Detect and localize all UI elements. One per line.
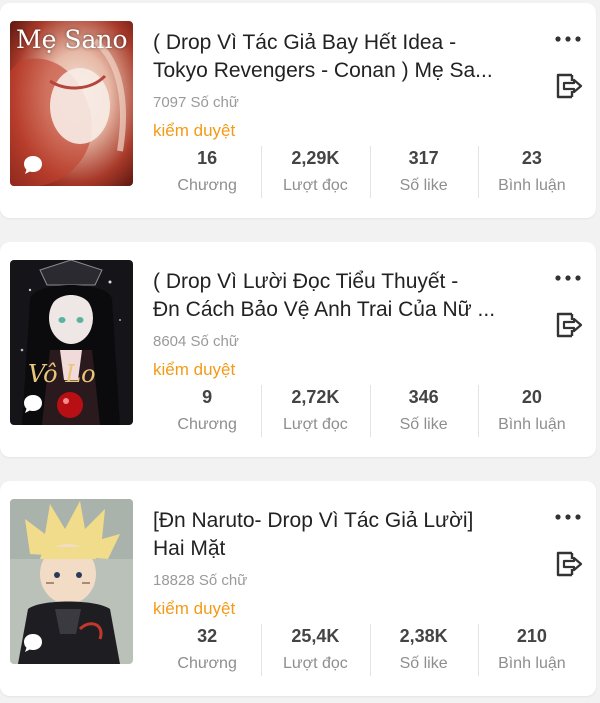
stat-label: Chương bbox=[177, 655, 237, 672]
story-title-line-1: ( Drop Vì Tác Giả Bay Hết Idea - bbox=[153, 31, 457, 54]
story-title[interactable]: ( Drop Vì Lười Đọc Tiểu Thuyết - Đn Cách… bbox=[153, 268, 523, 324]
story-card[interactable]: Mẹ Sano ( Drop Vì Tác Giả Bay Hết Idea -… bbox=[0, 3, 596, 218]
story-cover[interactable]: Vô Lo bbox=[10, 260, 133, 425]
stat-label: Lượt đọc bbox=[282, 416, 348, 433]
stats-row: 32 Chương 25,4K Lượt đọc 2,38K Số like 2… bbox=[153, 622, 586, 678]
stat-value: 2,29K bbox=[291, 148, 340, 168]
story-card[interactable]: Vô Lo ( Drop Vì Lười Đọc Tiểu Thuyết - Đ… bbox=[0, 242, 596, 457]
stats-row: 9 Chương 2,72K Lượt đọc 346 Số like 20 B… bbox=[153, 383, 586, 439]
status-badge: kiểm duyệt bbox=[153, 599, 236, 618]
stat-label: Chương bbox=[177, 177, 237, 194]
stat-value: 20 bbox=[521, 387, 542, 407]
comment-bubble-icon bbox=[24, 395, 42, 413]
stat-comments: 20 Bình luận bbox=[477, 383, 586, 439]
stat-label: Số like bbox=[399, 177, 448, 194]
stat-value: 2,72K bbox=[291, 387, 340, 407]
stat-label: Số like bbox=[399, 416, 448, 433]
stats-row: 16 Chương 2,29K Lượt đọc 317 Số like 23 … bbox=[153, 144, 586, 200]
story-cover[interactable]: Mẹ Sano bbox=[10, 21, 133, 186]
comment-bubble-icon bbox=[24, 156, 42, 174]
comment-bubble-icon bbox=[24, 634, 42, 652]
stat-reads: 2,29K Lượt đọc bbox=[261, 144, 369, 200]
story-title-line-2: Hai Mặt bbox=[153, 537, 226, 560]
stat-value: 23 bbox=[521, 148, 542, 168]
cover-title-text: Vô Lo bbox=[28, 360, 96, 388]
more-horizontal-icon[interactable] bbox=[554, 29, 582, 49]
stat-value: 210 bbox=[516, 626, 547, 646]
stat-chapters: 16 Chương bbox=[153, 144, 261, 200]
story-title-line-1: [Đn Naruto- Drop Vì Tác Giả Lười] bbox=[153, 509, 474, 532]
more-horizontal-icon[interactable] bbox=[554, 507, 582, 527]
stat-label: Chương bbox=[177, 416, 237, 433]
stat-value: 25,4K bbox=[291, 626, 340, 646]
story-cover[interactable] bbox=[10, 499, 133, 664]
story-list: Mẹ Sano ( Drop Vì Tác Giả Bay Hết Idea -… bbox=[0, 0, 600, 703]
word-count: 18828 Số chữ bbox=[153, 572, 248, 589]
stat-likes: 317 Số like bbox=[369, 144, 478, 200]
stat-value: 317 bbox=[408, 148, 439, 168]
word-count: 8604 Số chữ bbox=[153, 333, 239, 350]
stat-value: 16 bbox=[197, 148, 218, 168]
stat-label: Lượt đọc bbox=[282, 655, 348, 672]
stat-label: Số like bbox=[399, 655, 448, 672]
story-title-line-2: Đn Cách Bảo Vệ Anh Trai Của Nữ ... bbox=[153, 298, 496, 321]
exit-icon[interactable] bbox=[555, 549, 583, 579]
stat-comments: 23 Bình luận bbox=[477, 144, 586, 200]
stat-chapters: 9 Chương bbox=[153, 383, 261, 439]
stat-value: 346 bbox=[408, 387, 439, 407]
story-title[interactable]: [Đn Naruto- Drop Vì Tác Giả Lười] Hai Mặ… bbox=[153, 507, 523, 563]
exit-icon[interactable] bbox=[555, 71, 583, 101]
stat-likes: 346 Số like bbox=[369, 383, 478, 439]
stat-reads: 25,4K Lượt đọc bbox=[261, 622, 369, 678]
story-title-line-2: Tokyo Revengers - Conan ) Mẹ Sa... bbox=[153, 59, 493, 82]
story-title[interactable]: ( Drop Vì Tác Giả Bay Hết Idea - Tokyo R… bbox=[153, 29, 523, 85]
status-badge: kiểm duyệt bbox=[153, 121, 236, 140]
cover-title-text: Mẹ Sano bbox=[16, 25, 128, 54]
stat-label: Lượt đọc bbox=[282, 177, 348, 194]
stat-label: Bình luận bbox=[498, 416, 566, 433]
stat-chapters: 32 Chương bbox=[153, 622, 261, 678]
more-horizontal-icon[interactable] bbox=[554, 268, 582, 288]
stat-value: 9 bbox=[202, 387, 213, 407]
stat-value: 32 bbox=[197, 626, 218, 646]
story-title-line-1: ( Drop Vì Lười Đọc Tiểu Thuyết - bbox=[153, 270, 459, 293]
exit-icon[interactable] bbox=[555, 310, 583, 340]
stat-label: Bình luận bbox=[498, 177, 566, 194]
story-card[interactable]: [Đn Naruto- Drop Vì Tác Giả Lười] Hai Mặ… bbox=[0, 481, 596, 696]
stat-label: Bình luận bbox=[498, 655, 566, 672]
word-count: 7097 Số chữ bbox=[153, 94, 239, 111]
status-badge: kiểm duyệt bbox=[153, 360, 236, 379]
stat-reads: 2,72K Lượt đọc bbox=[261, 383, 369, 439]
stat-value: 2,38K bbox=[399, 626, 448, 646]
stat-comments: 210 Bình luận bbox=[477, 622, 586, 678]
stat-likes: 2,38K Số like bbox=[369, 622, 478, 678]
